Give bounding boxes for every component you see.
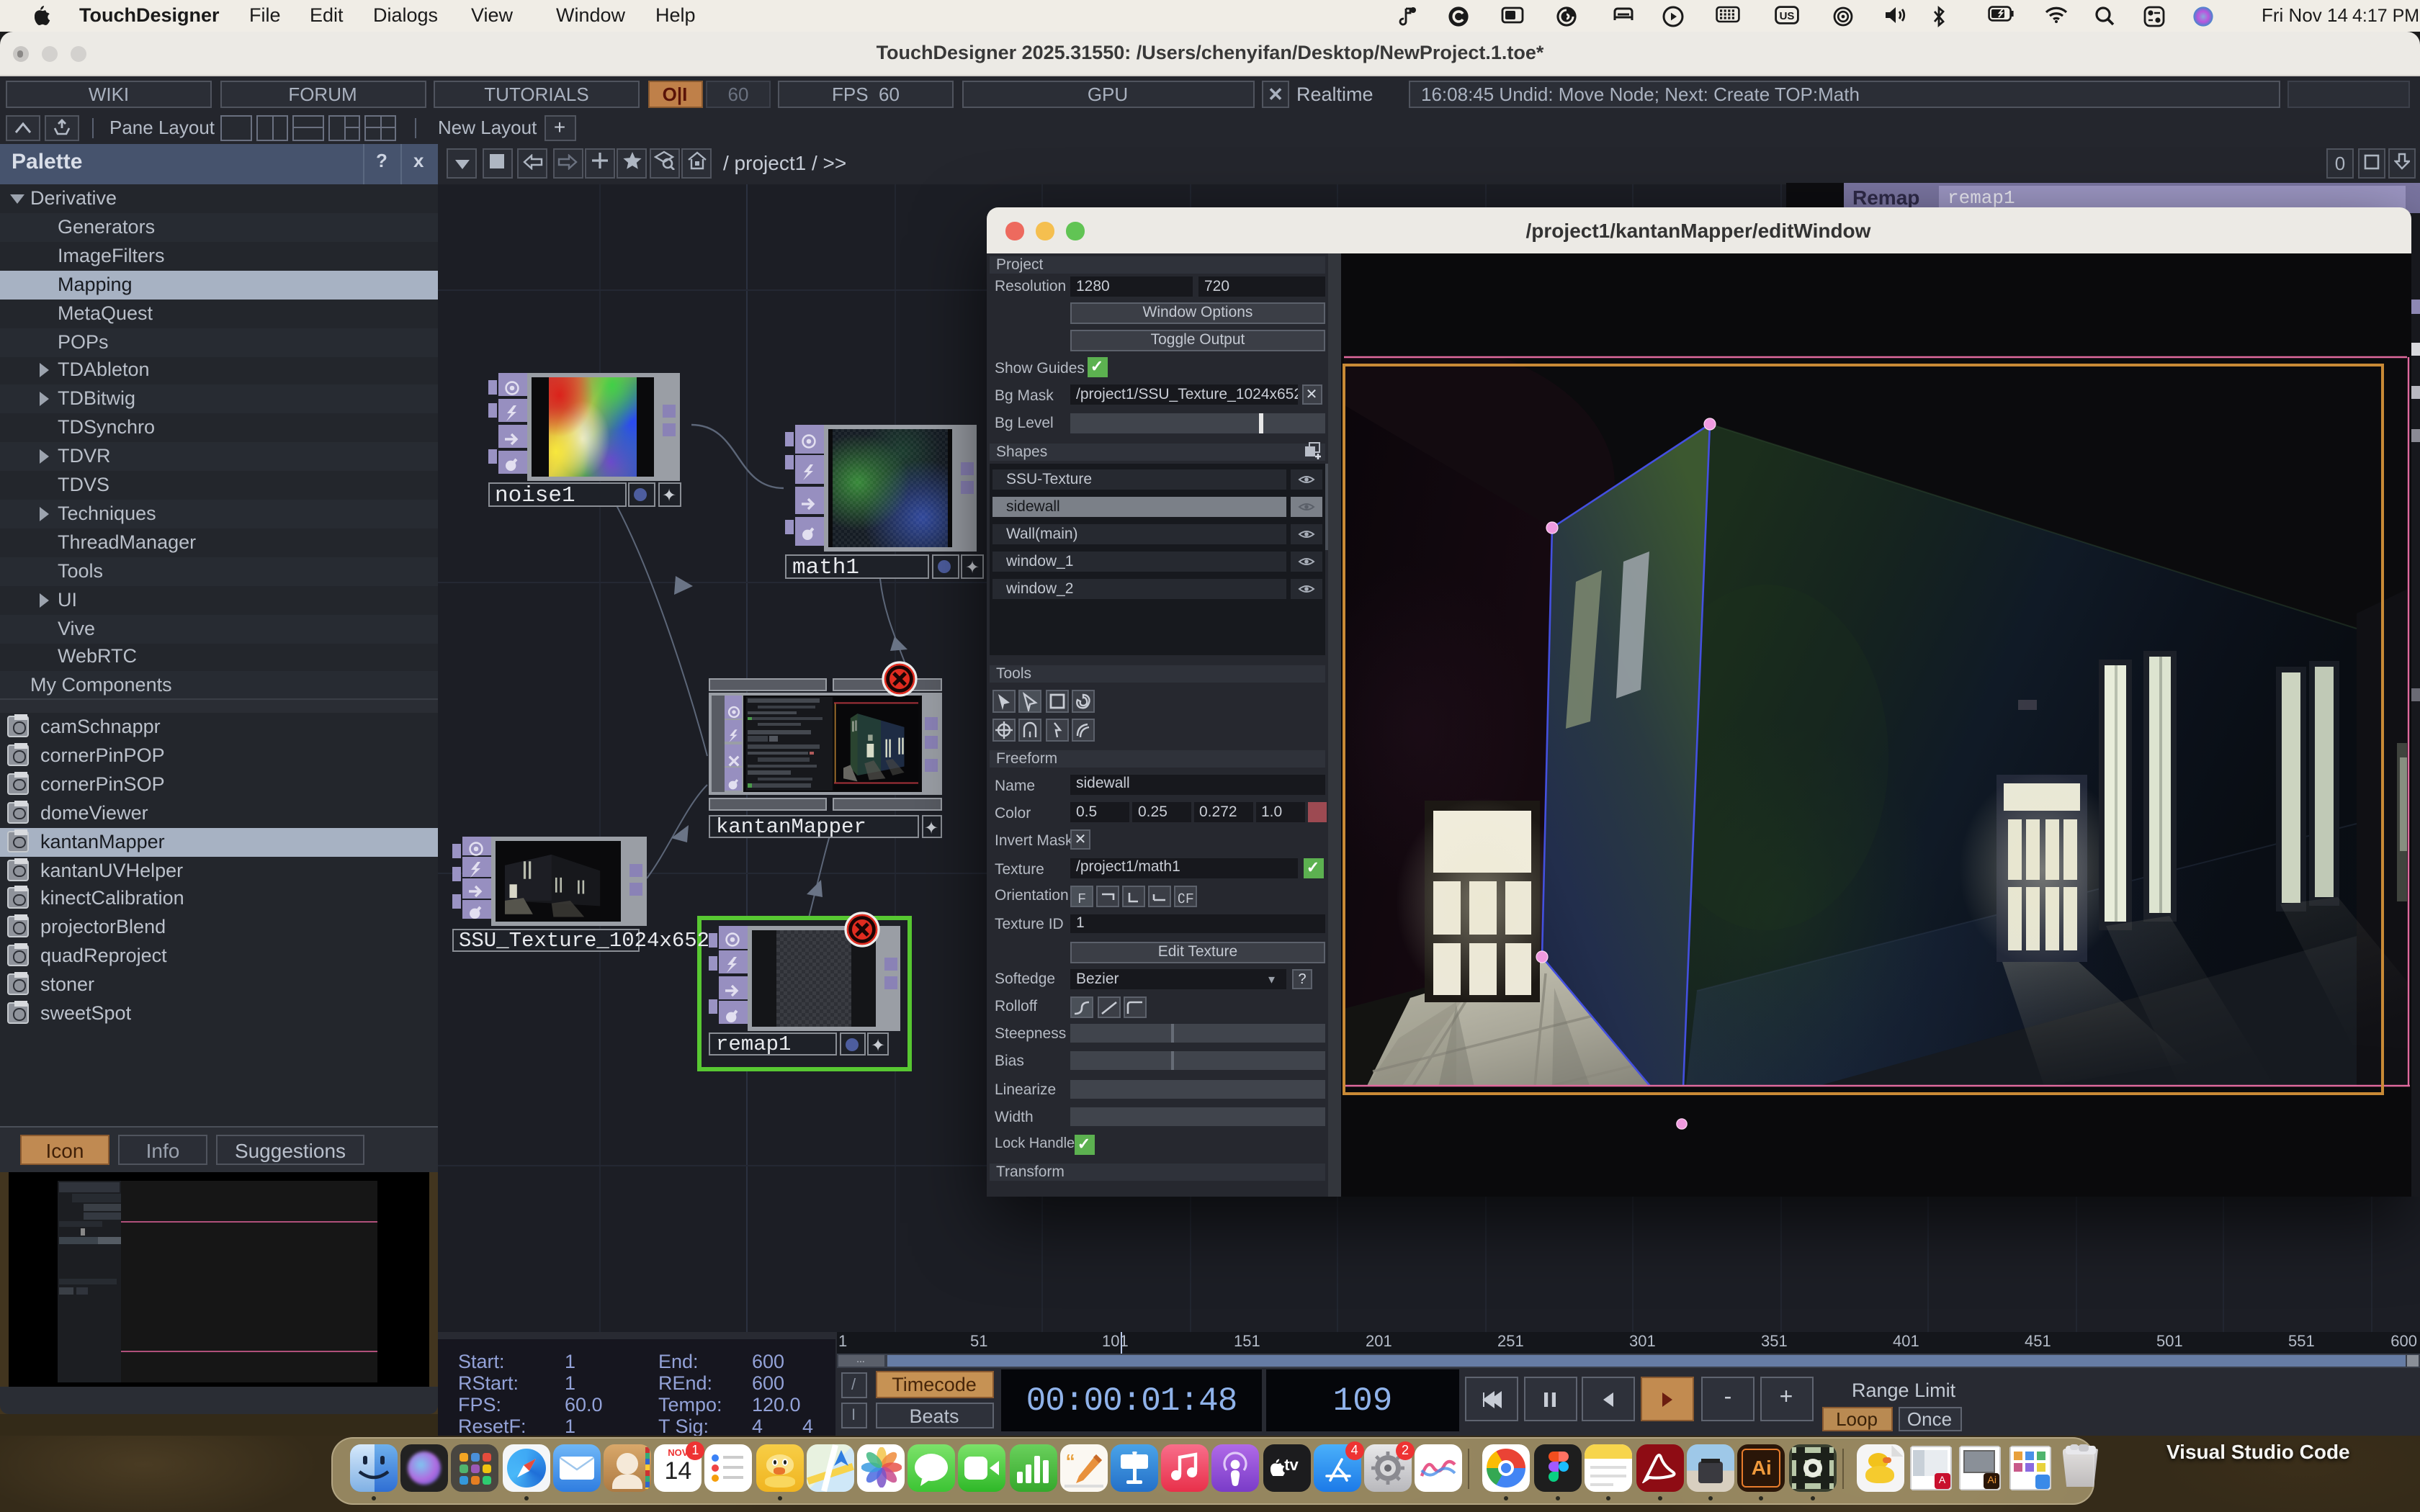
svg-text:F: F — [1078, 891, 1086, 905]
svg-text:US: US — [1780, 10, 1795, 22]
svg-text:∁F: ∁F — [1178, 891, 1193, 905]
